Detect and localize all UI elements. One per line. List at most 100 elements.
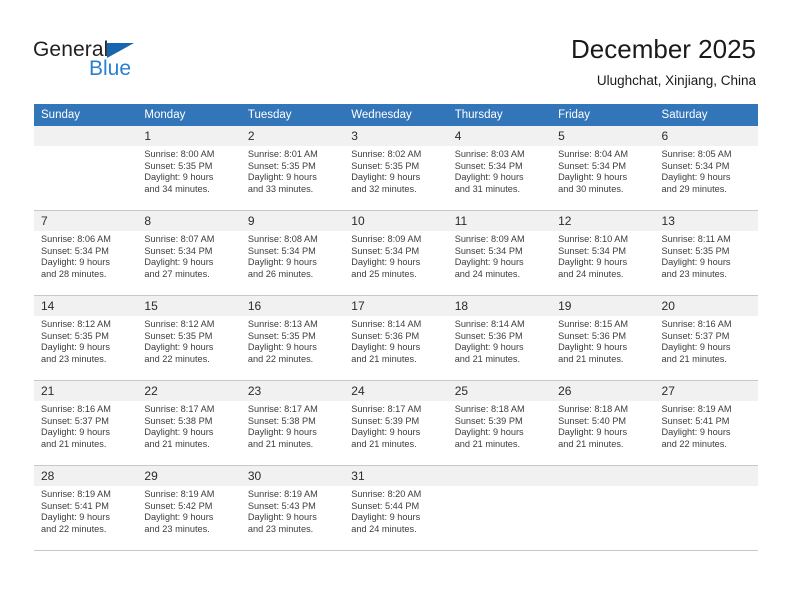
- daylight-text-line2: and 30 minutes.: [558, 183, 624, 194]
- day-details: Sunrise: 8:18 AM Sunset: 5:40 PM Daylight:…: [551, 401, 654, 450]
- daylight-text-line1: Daylight: 9 hours: [144, 172, 214, 183]
- calendar-day[interactable]: 8 Sunrise: 8:07 AM Sunset: 5:34 PM Daylight…: [137, 211, 241, 295]
- daylight-text-line1: Daylight: 9 hours: [558, 257, 628, 268]
- sunrise-text: Sunrise: 8:03 AM: [454, 149, 525, 159]
- calendar-day[interactable]: 9 Sunrise: 8:08 AM Sunset: 5:34 PM Daylight…: [240, 211, 345, 295]
- daylight-text-line1: Daylight: 9 hours: [247, 512, 317, 523]
- sunrise-text: Sunrise: 8:18 AM: [454, 404, 525, 414]
- calendar-day[interactable]: 10 Sunrise: 8:09 AM Sunset: 5:34 PM Dayligh…: [344, 211, 448, 295]
- day-number: [34, 126, 138, 146]
- day-number: 6: [654, 126, 758, 146]
- calendar-day[interactable]: 12 Sunrise: 8:10 AM Sunset: 5:34 PM Dayligh…: [551, 211, 655, 295]
- calendar-day[interactable]: 18 Sunrise: 8:14 AM Sunset: 5:36 PM Dayligh…: [447, 296, 552, 380]
- sunrise-text: Sunrise: 8:09 AM: [454, 234, 525, 244]
- calendar-day[interactable]: 7 Sunrise: 8:06 AM Sunset: 5:34 PM Daylight…: [34, 211, 138, 295]
- sunrise-text: Sunrise: 8:19 AM: [41, 489, 111, 499]
- calendar-day[interactable]: 26 Sunrise: 8:18 AM Sunset: 5:40 PM Dayligh…: [551, 381, 655, 465]
- sunset-text: Sunset: 5:38 PM: [144, 415, 213, 426]
- sunset-text: Sunset: 5:34 PM: [661, 160, 730, 171]
- calendar-day[interactable]: 27 Sunrise: 8:19 AM Sunset: 5:41 PM Dayligh…: [654, 381, 758, 465]
- sunset-text: Sunset: 5:44 PM: [351, 500, 420, 511]
- daylight-text-line2: and 31 minutes.: [454, 183, 521, 194]
- sunset-text: Sunset: 5:35 PM: [144, 330, 213, 341]
- calendar-day[interactable]: 15 Sunrise: 8:12 AM Sunset: 5:35 PM Dayligh…: [137, 296, 241, 380]
- brand-logo[interactable]: General Blue: [33, 38, 263, 88]
- sunrise-text: Sunrise: 8:01 AM: [247, 149, 318, 159]
- calendar-cell: 14 Sunrise: 8:12 AM Sunset: 5:35 PM Dayligh…: [34, 296, 138, 381]
- calendar-cell: 11 Sunrise: 8:09 AM Sunset: 5:34 PM Dayligh…: [447, 211, 552, 296]
- calendar-body: 1 Sunrise: 8:00 AM Sunset: 5:35 PM Daylight…: [34, 126, 758, 551]
- daylight-text-line1: Daylight: 9 hours: [454, 342, 524, 353]
- sunrise-text: Sunrise: 8:19 AM: [144, 489, 215, 499]
- day-details: Sunrise: 8:19 AM Sunset: 5:41 PM Daylight:…: [655, 401, 758, 450]
- calendar-day[interactable]: 16 Sunrise: 8:13 AM Sunset: 5:35 PM Dayligh…: [240, 296, 345, 380]
- day-details: Sunrise: 8:17 AM Sunset: 5:39 PM Daylight:…: [344, 401, 447, 450]
- calendar-day-empty: [654, 466, 758, 550]
- daylight-text-line1: Daylight: 9 hours: [661, 257, 731, 268]
- day-number: 4: [447, 126, 552, 146]
- calendar-cell: 6 Sunrise: 8:05 AM Sunset: 5:34 PM Daylight…: [654, 126, 758, 211]
- day-number: [447, 466, 552, 486]
- weekday-header-saturday: Saturday: [654, 104, 758, 126]
- daylight-text-line1: Daylight: 9 hours: [351, 427, 421, 438]
- calendar-day[interactable]: 21 Sunrise: 8:16 AM Sunset: 5:37 PM Dayligh…: [34, 381, 138, 465]
- sunset-text: Sunset: 5:35 PM: [247, 330, 316, 341]
- daylight-text-line1: Daylight: 9 hours: [41, 427, 110, 438]
- day-number: 22: [137, 381, 241, 401]
- sunset-text: Sunset: 5:39 PM: [351, 415, 420, 426]
- daylight-text-line1: Daylight: 9 hours: [351, 342, 421, 353]
- sunrise-text: Sunrise: 8:20 AM: [351, 489, 422, 499]
- daylight-text-line1: Daylight: 9 hours: [454, 427, 524, 438]
- calendar-day[interactable]: 5 Sunrise: 8:04 AM Sunset: 5:34 PM Daylight…: [551, 126, 655, 210]
- calendar-day[interactable]: 23 Sunrise: 8:17 AM Sunset: 5:38 PM Dayligh…: [240, 381, 345, 465]
- sunset-text: Sunset: 5:37 PM: [41, 415, 109, 426]
- daylight-text-line1: Daylight: 9 hours: [351, 172, 421, 183]
- day-details: Sunrise: 8:09 AM Sunset: 5:34 PM Daylight:…: [448, 231, 551, 280]
- weekday-header-sunday: Sunday: [34, 104, 138, 126]
- daylight-text-line2: and 21 minutes.: [247, 438, 314, 449]
- daylight-text-line1: Daylight: 9 hours: [661, 427, 731, 438]
- calendar-day[interactable]: 2 Sunrise: 8:01 AM Sunset: 5:35 PM Daylight…: [240, 126, 345, 210]
- day-number: 12: [551, 211, 655, 231]
- calendar-day[interactable]: 30 Sunrise: 8:19 AM Sunset: 5:43 PM Dayligh…: [240, 466, 345, 550]
- calendar-day[interactable]: 20 Sunrise: 8:16 AM Sunset: 5:37 PM Dayligh…: [654, 296, 758, 380]
- sunrise-text: Sunrise: 8:05 AM: [661, 149, 732, 159]
- calendar-day[interactable]: 11 Sunrise: 8:09 AM Sunset: 5:34 PM Dayligh…: [447, 211, 552, 295]
- calendar-day[interactable]: 3 Sunrise: 8:02 AM Sunset: 5:35 PM Daylight…: [344, 126, 448, 210]
- calendar-day[interactable]: 24 Sunrise: 8:17 AM Sunset: 5:39 PM Dayligh…: [344, 381, 448, 465]
- title-block: December 2025 Ulughchat, Xinjiang, China: [571, 33, 756, 91]
- calendar-day[interactable]: 25 Sunrise: 8:18 AM Sunset: 5:39 PM Dayligh…: [447, 381, 552, 465]
- calendar-day[interactable]: 22 Sunrise: 8:17 AM Sunset: 5:38 PM Dayligh…: [137, 381, 241, 465]
- daylight-text-line2: and 21 minutes.: [661, 353, 727, 364]
- calendar-day[interactable]: 17 Sunrise: 8:14 AM Sunset: 5:36 PM Dayligh…: [344, 296, 448, 380]
- daylight-text-line1: Daylight: 9 hours: [661, 342, 731, 353]
- calendar-day[interactable]: 19 Sunrise: 8:15 AM Sunset: 5:36 PM Dayligh…: [551, 296, 655, 380]
- daylight-text-line2: and 22 minutes.: [247, 353, 314, 364]
- day-details: Sunrise: 8:09 AM Sunset: 5:34 PM Daylight:…: [344, 231, 447, 280]
- calendar-day[interactable]: 4 Sunrise: 8:03 AM Sunset: 5:34 PM Daylight…: [447, 126, 552, 210]
- calendar-day[interactable]: 1 Sunrise: 8:00 AM Sunset: 5:35 PM Daylight…: [137, 126, 241, 210]
- calendar-cell: 4 Sunrise: 8:03 AM Sunset: 5:34 PM Daylight…: [447, 126, 552, 211]
- day-details: Sunrise: 8:02 AM Sunset: 5:35 PM Daylight:…: [344, 146, 447, 195]
- sunset-text: Sunset: 5:42 PM: [144, 500, 213, 511]
- calendar-day[interactable]: 28 Sunrise: 8:19 AM Sunset: 5:41 PM Dayligh…: [34, 466, 138, 550]
- daylight-text-line1: Daylight: 9 hours: [247, 257, 317, 268]
- day-number: 30: [240, 466, 345, 486]
- sunrise-text: Sunrise: 8:17 AM: [351, 404, 422, 414]
- sunrise-text: Sunrise: 8:18 AM: [558, 404, 629, 414]
- daylight-text-line1: Daylight: 9 hours: [454, 172, 524, 183]
- calendar-day[interactable]: 6 Sunrise: 8:05 AM Sunset: 5:34 PM Daylight…: [654, 126, 758, 210]
- day-number: 23: [240, 381, 345, 401]
- sunset-text: Sunset: 5:35 PM: [351, 160, 420, 171]
- calendar-cell: 25 Sunrise: 8:18 AM Sunset: 5:39 PM Dayligh…: [447, 381, 552, 466]
- weekday-header-row: Sunday Monday Tuesday Wednesday Thursday…: [34, 104, 758, 126]
- day-details: Sunrise: 8:17 AM Sunset: 5:38 PM Daylight:…: [241, 401, 344, 450]
- calendar-day[interactable]: 13 Sunrise: 8:11 AM Sunset: 5:35 PM Dayligh…: [654, 211, 758, 295]
- calendar-day[interactable]: 31 Sunrise: 8:20 AM Sunset: 5:44 PM Dayligh…: [344, 466, 448, 550]
- calendar-day[interactable]: 14 Sunrise: 8:12 AM Sunset: 5:35 PM Dayligh…: [34, 296, 138, 380]
- sunrise-text: Sunrise: 8:00 AM: [144, 149, 215, 159]
- daylight-text-line1: Daylight: 9 hours: [454, 257, 524, 268]
- calendar-day[interactable]: 29 Sunrise: 8:19 AM Sunset: 5:42 PM Dayligh…: [137, 466, 241, 550]
- calendar-day-empty: [34, 126, 138, 210]
- daylight-text-line2: and 33 minutes.: [247, 183, 314, 194]
